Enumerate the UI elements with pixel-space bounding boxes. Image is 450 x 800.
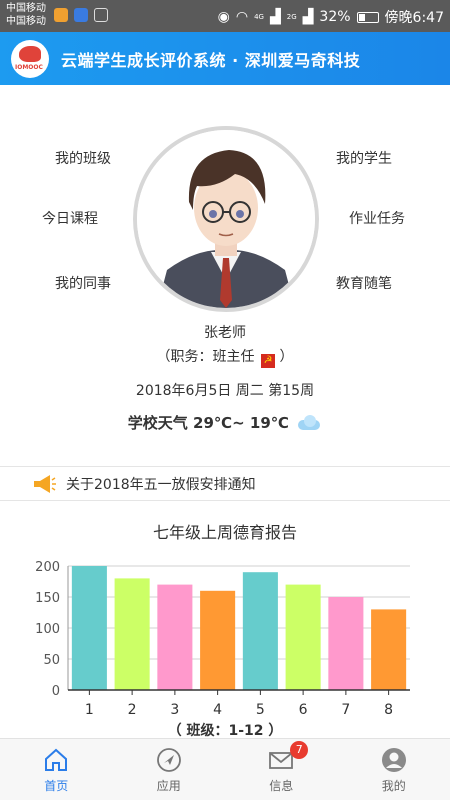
menu-my-class[interactable]: 我的班级 [55, 148, 111, 168]
y-tick-label: 200 [35, 560, 60, 575]
battery-text: 32% [319, 9, 351, 25]
bar [114, 578, 150, 690]
tab-messages-label: 信息 [269, 779, 294, 793]
cloud-icon [296, 414, 322, 430]
x-tick-label: 8 [384, 702, 393, 718]
tab-profile-label: 我的 [381, 779, 406, 793]
status-right: ◉ ◠ 4G ▟ 2G ▟ 32% 傍晚6:47 [218, 7, 444, 27]
app-icon [94, 8, 108, 22]
tab-apps-label: 应用 [156, 779, 181, 793]
bar-chart: 0 50 100 150 200 1 2 3 4 5 6 7 8 [35, 560, 410, 718]
bar [371, 609, 407, 690]
signal-icon: ▟ [269, 9, 281, 25]
mail-icon [54, 8, 68, 22]
party-flag-icon: ☭ [261, 354, 275, 368]
app-header: IOMOOC 云端学生成长评价系统 · 深圳爱马奇科技 [0, 32, 450, 85]
status-bar: 中国移动 中国移动 ◉ ◠ 4G ▟ 2G ▟ 32% 傍晚6:47 [0, 0, 450, 32]
x-tick-label: 6 [299, 702, 308, 718]
y-tick-label: 150 [35, 591, 60, 606]
weather-label: 学校天气 [127, 414, 188, 432]
x-tick-label: 7 [341, 702, 350, 718]
teacher-avatar-image [137, 130, 315, 308]
chart-footer: （ 班级：1-12 ） [167, 723, 283, 739]
bar [157, 584, 193, 690]
menu-my-colleagues[interactable]: 我的同事 [55, 273, 111, 293]
bar [71, 566, 107, 690]
horse-icon [19, 45, 41, 62]
menu-my-students[interactable]: 我的学生 [336, 148, 392, 168]
eye-icon: ◉ [217, 9, 230, 25]
tab-apps[interactable]: 应用 [113, 739, 226, 800]
wifi-icon: ◠ [235, 9, 249, 25]
tab-home-label: 首页 [44, 779, 69, 793]
x-tick-label: 2 [128, 702, 137, 718]
megaphone-icon [34, 474, 56, 493]
menu-education-notes[interactable]: 教育随笔 [336, 273, 392, 293]
clock: 傍晚6:47 [384, 10, 444, 26]
user-icon [381, 748, 406, 772]
bar [200, 590, 236, 690]
teacher-name: 张老师 [204, 325, 246, 341]
avatar[interactable] [133, 126, 319, 312]
chart-title: 七年级上周德育报告 [152, 523, 297, 542]
bar [285, 584, 321, 690]
date-line: 2018年6月5日 周二 第15周 [135, 383, 315, 399]
tab-messages[interactable]: 7 信息 [225, 739, 338, 800]
bar [242, 572, 278, 690]
y-tick-label: 50 [43, 653, 60, 668]
tab-profile[interactable]: 我的 [338, 739, 450, 800]
tab-bar: 首页 应用 7 信息 我的 [0, 738, 450, 800]
signal-icon-2: ▟ [302, 9, 314, 25]
role-text: （职务：班主任 [156, 349, 255, 365]
carrier-label-1: 中国移动 [6, 3, 46, 14]
x-tick-label: 5 [256, 702, 265, 718]
battery-icon [356, 11, 379, 23]
y-tick-label: 0 [52, 684, 60, 699]
role-suffix: ） [279, 349, 294, 365]
x-tick-label: 1 [85, 702, 94, 718]
temp-separator: ~ [232, 414, 245, 432]
app-title: 云端学生成长评价系统 · 深圳爱马奇科技 [61, 50, 361, 70]
signal-label-1: 4G [254, 13, 264, 21]
tab-home[interactable]: 首页 [0, 739, 113, 800]
school-weather: 学校天气 29℃~ 19℃ [0, 412, 450, 433]
x-tick-label: 4 [213, 702, 222, 718]
menu-today-courses[interactable]: 今日课程 [42, 208, 98, 228]
signal-label-2: 2G [286, 13, 297, 21]
y-tick-label: 100 [35, 622, 60, 637]
bar [328, 597, 364, 690]
x-tick-label: 3 [170, 702, 179, 718]
teacher-role: （职务：班主任 ☭ ） [0, 346, 450, 368]
compass-icon [156, 748, 181, 772]
temp-low: 19℃ [249, 414, 289, 432]
carrier-label-2: 中国移动 [6, 16, 46, 27]
menu-homework-tasks[interactable]: 作业任务 [349, 208, 405, 228]
logo-text: IOMOOC [15, 63, 43, 71]
baidu-icon [74, 8, 88, 22]
notice-bar[interactable]: 关于2018年五一放假安排通知 [0, 466, 450, 501]
message-badge: 7 [290, 741, 309, 759]
home-icon [45, 748, 68, 771]
logo: IOMOOC [11, 39, 49, 78]
temp-high: 29℃ [193, 414, 233, 432]
notice-text[interactable]: 关于2018年五一放假安排通知 [66, 474, 256, 494]
